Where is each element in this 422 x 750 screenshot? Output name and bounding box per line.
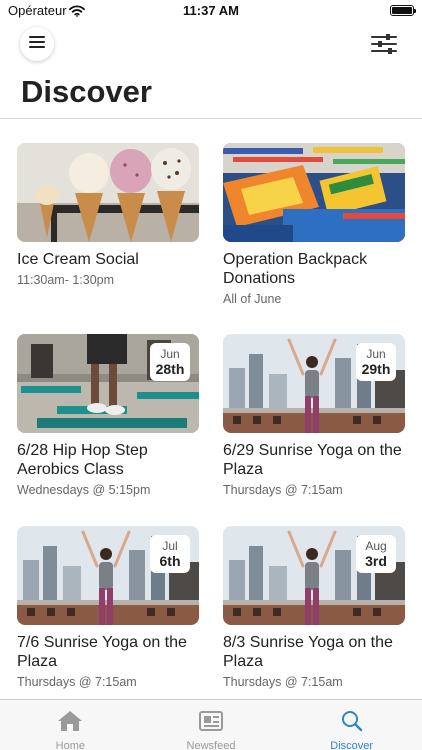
sliders-filter-icon: [370, 34, 398, 60]
home-icon: [57, 710, 83, 737]
hamburger-menu-icon: [29, 35, 45, 53]
tab-newsfeed[interactable]: Newsfeed: [141, 700, 282, 750]
event-title: 6/28 Hip Hop Step Aerobics Class: [17, 442, 148, 478]
battery-icon: [390, 5, 416, 16]
date-month: Jul: [162, 539, 178, 553]
tab-label: Discover: [330, 740, 374, 750]
event-schedule: Thursdays @ 7:15am: [17, 675, 137, 689]
event-card-ice-cream-social[interactable]: Ice Cream Social 11:30am- 1:30pm: [17, 143, 199, 287]
event-date-badge: Aug 3rd: [356, 535, 396, 573]
rooftop-yoga-image: Jul 6th: [17, 526, 199, 625]
event-card-sunrise-yoga-jun-29[interactable]: Jun 29th 6/29 Sunrise Yoga on the Plaza …: [223, 334, 405, 497]
event-title: 6/29 Sunrise Yoga on the Plaza: [223, 442, 402, 478]
tab-label: Home: [55, 740, 85, 750]
tab-bar: Home Newsfeed Discover: [0, 699, 422, 750]
rooftop-yoga-image: Aug 3rd: [223, 526, 405, 625]
event-schedule: All of June: [223, 292, 282, 306]
event-schedule: Thursdays @ 7:15am: [223, 483, 343, 497]
menu-button[interactable]: [20, 27, 54, 61]
event-schedule: Wednesdays @ 5:15pm: [17, 483, 151, 497]
event-card-operation-backpack[interactable]: Operation Backpack Donations All of June: [223, 143, 405, 306]
event-card-sunrise-yoga-aug-3[interactable]: Aug 3rd 8/3 Sunrise Yoga on the Plaza Th…: [223, 526, 405, 689]
ice-cream-cones-image: [17, 143, 199, 242]
tab-home[interactable]: Home: [0, 700, 141, 750]
tab-discover[interactable]: Discover: [281, 700, 422, 750]
event-schedule: 11:30am- 1:30pm: [17, 273, 115, 287]
school-supplies-image: [223, 143, 405, 242]
date-day: 6th: [159, 553, 181, 569]
event-card-hip-hop-step[interactable]: Jun 28th 6/28 Hip Hop Step Aerobics Clas…: [17, 334, 199, 497]
rooftop-yoga-image: Jun 29th: [223, 334, 405, 433]
filter-button[interactable]: [370, 32, 398, 56]
event-title: Ice Cream Social: [17, 251, 139, 268]
event-date-badge: Jun 29th: [356, 343, 396, 381]
event-schedule: Thursdays @ 7:15am: [223, 675, 343, 689]
event-title: 7/6 Sunrise Yoga on the Plaza: [17, 634, 187, 670]
status-bar: Opérateur 11:37 AM: [0, 0, 422, 22]
newsfeed-icon: [198, 710, 224, 737]
date-day: 29th: [361, 361, 391, 377]
status-time: 11:37 AM: [183, 3, 239, 18]
date-month: Jun: [160, 347, 180, 361]
event-date-badge: Jul 6th: [150, 535, 190, 573]
event-card-sunrise-yoga-jul-6[interactable]: Jul 6th 7/6 Sunrise Yoga on the Plaza Th…: [17, 526, 199, 689]
tab-label: Newsfeed: [186, 740, 236, 750]
date-day: 28th: [155, 361, 185, 377]
step-aerobics-image: Jun 28th: [17, 334, 199, 433]
event-title: 8/3 Sunrise Yoga on the Plaza: [223, 634, 393, 670]
date-month: Jun: [366, 347, 386, 361]
date-day: 3rd: [365, 553, 387, 569]
event-date-badge: Jun 28th: [150, 343, 190, 381]
date-month: Aug: [365, 539, 387, 553]
event-grid: Ice Cream Social 11:30am- 1:30pm Operati…: [0, 119, 422, 699]
event-title: Operation Backpack Donations: [223, 251, 368, 287]
search-icon: [339, 710, 365, 737]
page-title: Discover: [21, 74, 152, 109]
